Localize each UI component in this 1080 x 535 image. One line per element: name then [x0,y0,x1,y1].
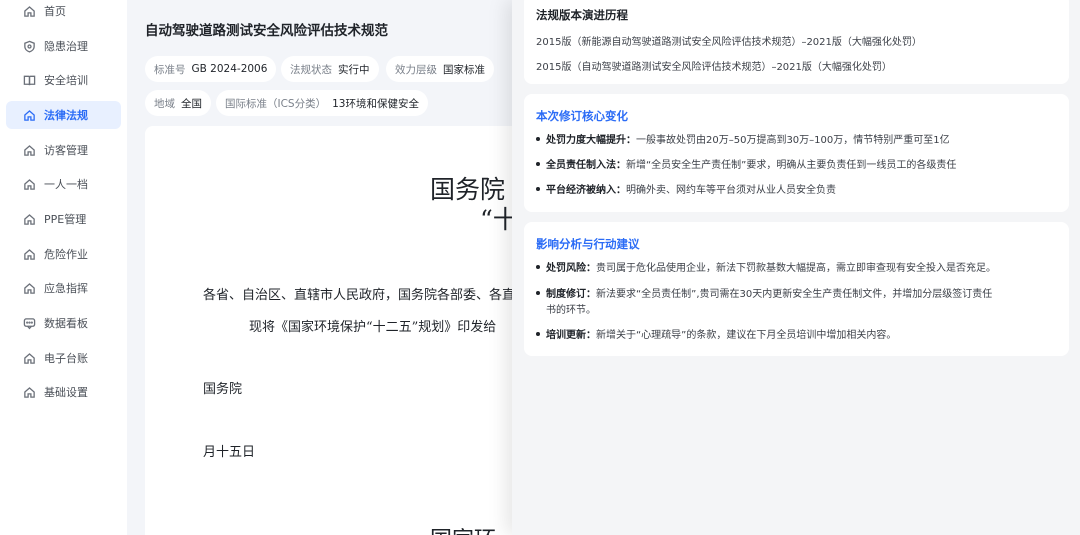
book-icon [22,73,36,87]
item-text: 贵司属于危化品使用企业，新法下罚款基数大幅提高，需立即审查现有安全投入是否充足。 [596,263,996,274]
home-icon [22,4,36,18]
document-bottom-heading: 国家环 [430,522,496,535]
home-icon [22,212,36,226]
tag-level: 效力层级 国家标准 [386,56,494,82]
sidebar-item-label: 安全培训 [44,74,88,87]
impact-title: 影响分析与行动建议 [536,237,640,251]
item-text-continued: 书的环节。 [546,305,596,316]
changes-card: 本次修订核心变化 处罚力度大幅提升：一般事故处罚由20万–50万提高到30万–1… [524,94,1069,212]
list-item: 制度修订：新法要求“全员责任制”,贵司需在30天内更新安全生产责任制文件，并增加… [536,287,1036,319]
bullet-dot [536,187,540,191]
tag-status: 法规状态 实行中 [281,56,379,82]
history-title: 法规版本演进历程 [536,8,628,22]
item-text: 新增“全员安全生产责任制”要求，明确从主要负责任到一线员工的各级责任 [626,160,957,171]
shield-icon [22,39,36,53]
bullet-dot [536,137,540,141]
history-line: 2015版（自动驾驶道路测试安全风险评估技术规范）–2021版（大幅强化处罚） [536,62,892,73]
home-icon [22,351,36,365]
document-date: 月十五日 [203,445,256,460]
sidebar-item-label: 危险作业 [44,248,88,261]
tag-value: 国家标准 [443,63,485,76]
sidebar: 首页 隐患治理 安全培训 法律法规 访客管理 一人一档 PPE管理 危险作业 应… [0,0,127,535]
sidebar-item-label: 应急指挥 [44,282,88,295]
item-text: 新增关于“心理疏导”的条款，建议在下月全员培训中增加相关内容。 [596,330,897,341]
sidebar-item-settings[interactable]: 基础设置 [6,378,121,406]
tag-key: 国际标准（ICS分类） [225,97,327,110]
item-text: 新法要求“全员责任制”,贵司需在30天内更新安全生产责任制文件，并增加分层级签订… [596,289,993,300]
sidebar-item-label: PPE管理 [44,213,87,226]
sidebar-item-profiles[interactable]: 一人一档 [6,170,121,198]
page-title: 自动驾驶道路测试安全风险评估技术规范 [145,23,388,39]
sidebar-item-ppe[interactable]: PPE管理 [6,205,121,233]
sidebar-item-emergency[interactable]: 应急指挥 [6,274,121,302]
list-item: 培训更新：新增关于“心理疏导”的条款，建议在下月全员培训中增加相关内容。 [536,328,1036,344]
sidebar-item-label: 基础设置 [44,386,88,399]
sidebar-item-hazardous-work[interactable]: 危险作业 [6,240,121,268]
sidebar-item-laws[interactable]: 法律法规 [6,101,121,129]
item-text: 明确外卖、网约车等平台须对从业人员安全负责 [626,185,836,196]
sidebar-item-dashboard[interactable]: 数据看板 [6,309,121,337]
tag-value: GB 2024-2006 [191,63,268,75]
document-signer: 国务院 [203,382,243,397]
tag-value: 13环境和保健安全 [332,97,419,110]
sidebar-item-ledger[interactable]: 电子台账 [6,344,121,372]
sidebar-item-visitors[interactable]: 访客管理 [6,136,121,164]
bullet-dot [536,162,540,166]
history-line: 2015版（新能源自动驾驶道路测试安全风险评估技术规范）–2021版（大幅强化处… [536,37,922,48]
analysis-drawer: 法规版本演进历程 2015版（新能源自动驾驶道路测试安全风险评估技术规范）–20… [512,0,1080,535]
home-icon [22,281,36,295]
sidebar-item-label: 电子台账 [44,352,88,365]
list-item: 处罚风险：贵司属于危化品使用企业，新法下罚款基数大幅提高，需立即审查现有安全投入… [536,261,1036,277]
sidebar-item-label: 一人一档 [44,178,88,191]
sidebar-item-label: 隐患治理 [44,40,88,53]
bullet-dot [536,265,540,269]
home-icon [22,247,36,261]
tag-key: 地域 [154,97,175,110]
sidebar-item-hazard[interactable]: 隐患治理 [6,32,121,60]
impact-card: 影响分析与行动建议 处罚风险：贵司属于危化品使用企业，新法下罚款基数大幅提高，需… [524,222,1069,356]
history-card: 法规版本演进历程 2015版（新能源自动驾驶道路测试安全风险评估技术规范）–20… [524,0,1069,84]
item-label: 处罚风险： [546,263,596,274]
sidebar-item-label: 数据看板 [44,317,88,330]
home-icon [22,108,36,122]
home-icon [22,385,36,399]
list-item: 平台经济被纳入：明确外卖、网约车等平台须对从业人员安全负责 [536,183,1036,199]
list-item: 全员责任制入法：新增“全员安全生产责任制”要求，明确从主要负责任到一线员工的各级… [536,158,1036,174]
tag-ics: 国际标准（ICS分类） 13环境和保健安全 [216,90,428,116]
document-paragraph: 各省、自治区、直辖市人民政府，国务院各部委、各直 [203,288,516,303]
document-paragraph: 现将《国家环境保护“十二五”规划》印发给 [249,320,497,335]
tag-key: 法规状态 [290,63,332,76]
tag-value: 全国 [181,97,202,110]
home-icon [22,143,36,157]
item-label: 全员责任制入法： [546,160,626,171]
item-label: 制度修订： [546,289,596,300]
tag-key: 标准号 [154,63,186,76]
bullet-dot [536,291,540,295]
item-label: 培训更新： [546,330,596,341]
home-icon [22,177,36,191]
tag-key: 效力层级 [395,63,437,76]
tag-region: 地域 全国 [145,90,211,116]
sidebar-item-home[interactable]: 首页 [6,0,121,25]
sidebar-item-training[interactable]: 安全培训 [6,66,121,94]
tag-value: 实行中 [338,63,370,76]
sidebar-item-label: 首页 [44,5,66,18]
sidebar-item-label: 法律法规 [44,109,88,122]
item-label: 平台经济被纳入： [546,185,626,196]
tag-standard-number: 标准号 GB 2024-2006 [145,56,277,82]
sidebar-item-label: 访客管理 [44,144,88,157]
document-preview: 国务院 “十 各省、自治区、直辖市人民政府，国务院各部委、各直 现将《国家环境保… [145,126,525,535]
bullet-dot [536,332,540,336]
list-item: 处罚力度大幅提升：一般事故处罚由20万–50万提高到30万–100万，情节特别严… [536,133,1036,149]
changes-title: 本次修订核心变化 [536,109,628,123]
item-text: 一般事故处罚由20万–50万提高到30万–100万，情节特别严重可至1亿 [636,135,950,146]
item-label: 处罚力度大幅提升： [546,135,636,146]
chat-icon [22,316,36,330]
